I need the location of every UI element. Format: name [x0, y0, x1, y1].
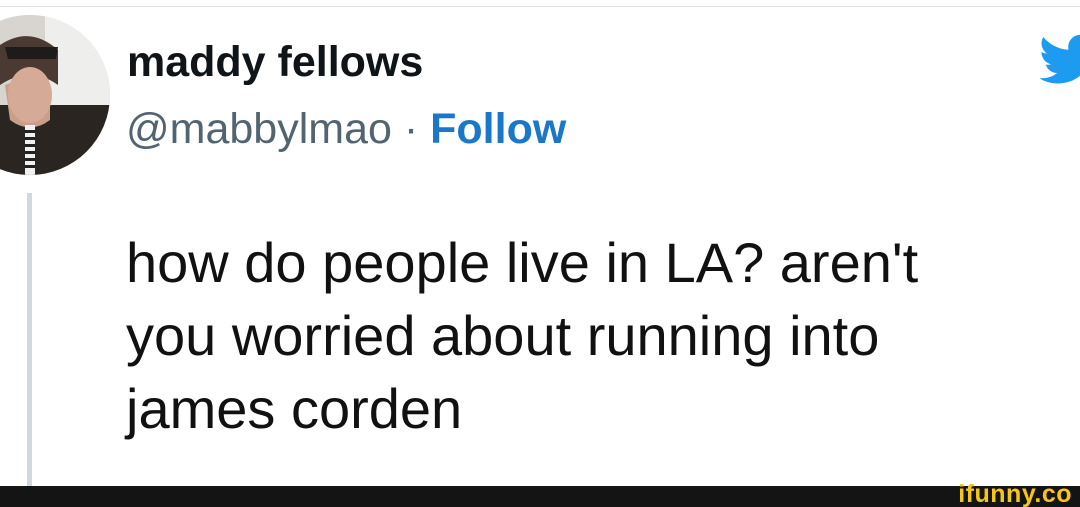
display-name[interactable]: maddy fellows — [127, 38, 423, 87]
tweet-screenshot: maddy fellows @mabbylmao · Follow how do… — [0, 0, 1080, 507]
user-handle[interactable]: @mabbylmao — [126, 105, 392, 153]
avatar-photo-icon — [0, 15, 110, 175]
handle-row: @mabbylmao · Follow — [126, 105, 566, 154]
tweet-text-line: how do people live in LA? aren't — [126, 231, 919, 294]
separator-dot: · — [391, 105, 431, 153]
ifunny-watermark: ifunny.co — [958, 480, 1072, 507]
thread-line — [27, 193, 32, 486]
top-divider — [0, 6, 1080, 7]
tweet-text-line: you worried about running into — [126, 304, 880, 367]
avatar[interactable] — [0, 15, 110, 175]
twitter-bird-icon[interactable] — [1040, 28, 1080, 90]
follow-button[interactable]: Follow — [430, 105, 566, 153]
footer-bar: ifunny.co — [0, 480, 1080, 507]
tweet-text: how do people live in LA? aren't you wor… — [126, 226, 1056, 445]
tweet-text-line: james corden — [126, 377, 463, 440]
